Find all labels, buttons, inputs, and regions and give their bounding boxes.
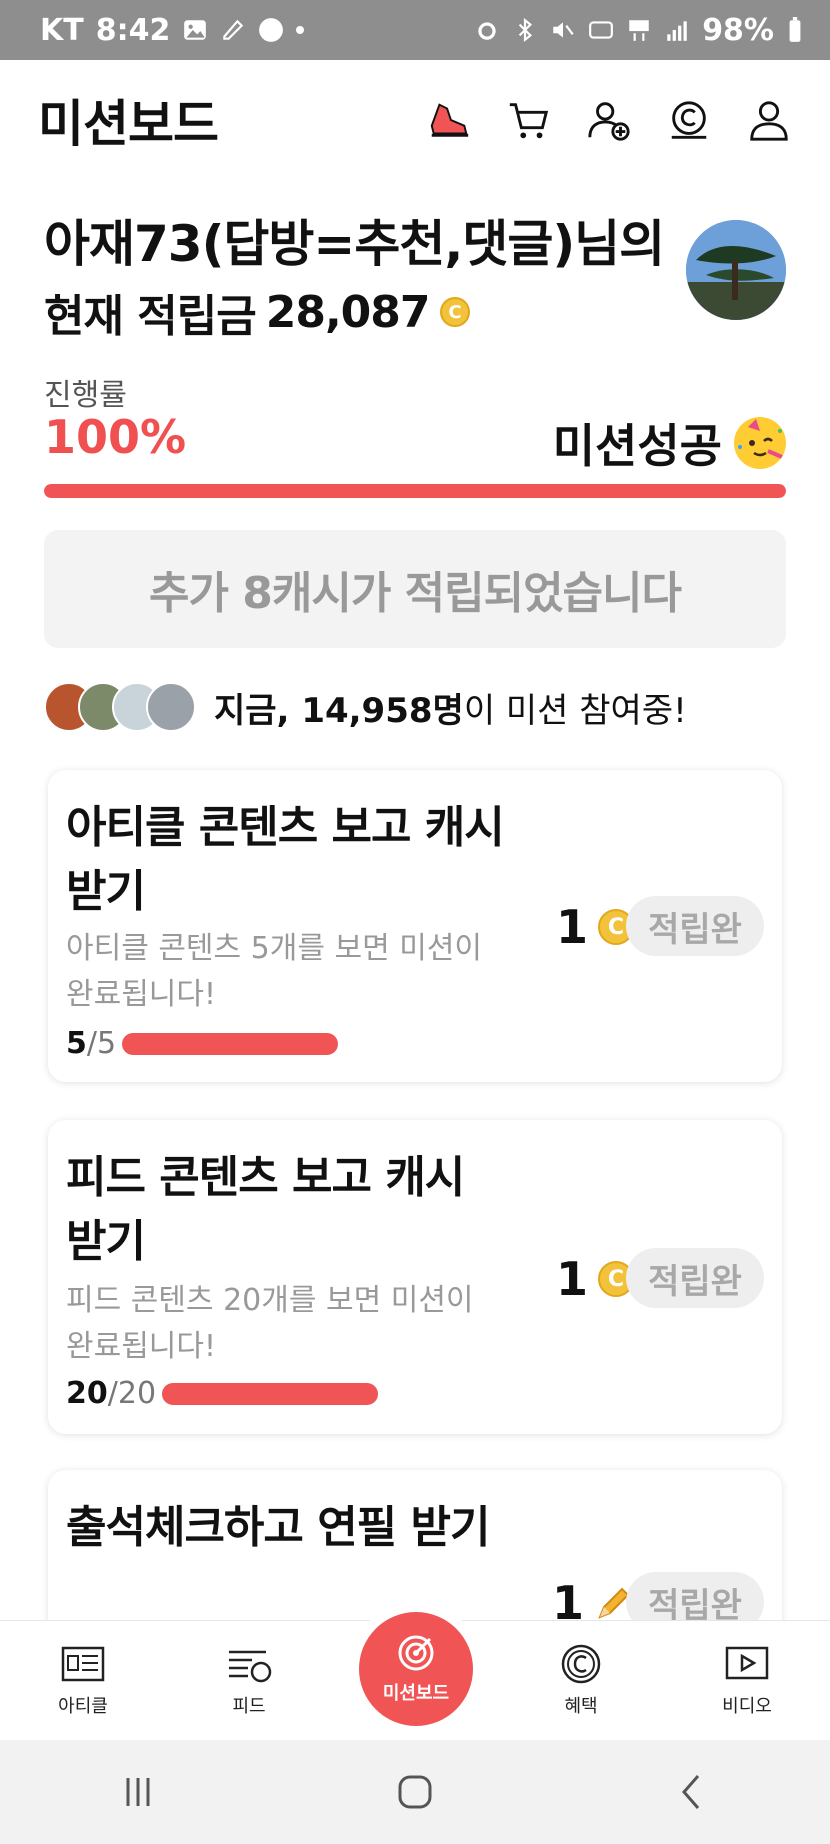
nav-label: 피드 (232, 1695, 266, 1717)
network-5g-icon (629, 20, 649, 41)
alarm-icon (478, 22, 496, 40)
system-nav-bar (0, 1740, 830, 1844)
participants-prefix: 지금, (214, 690, 290, 731)
party-face-icon (734, 417, 786, 469)
mission-count-done: 5 (66, 1026, 87, 1061)
benefit-icon (561, 1644, 601, 1683)
mission-reward: 1 C (556, 1252, 634, 1306)
cash-icon[interactable] (666, 97, 712, 143)
balance-row: 현재 적립금 28,087 C (44, 280, 470, 344)
home-icon[interactable] (385, 1762, 445, 1822)
greeting-name: 아재73(답방=추천,댓글)님의 (44, 215, 665, 273)
mission-progress-bar (122, 1032, 339, 1055)
mission-progress-fill (44, 484, 786, 498)
avatar-image (686, 220, 786, 320)
feed-icon (229, 1650, 272, 1682)
mission-title: 피드 콘텐츠 보고 캐시 받기 (66, 1152, 465, 1267)
nav-missionboard[interactable]: 미션보드 (359, 1612, 473, 1726)
page-title: 미션보드 (38, 95, 219, 153)
mission-description: 피드 콘텐츠 20개를 보면 미션이 완료됩니다! (66, 1283, 474, 1364)
mission-card-feed[interactable]: 피드 콘텐츠 보고 캐시 받기 피드 콘텐츠 20개를 보면 미션이 완료됩니다… (48, 1120, 782, 1434)
claimed-button[interactable]: 적립완 (626, 1248, 764, 1308)
profile-icon[interactable] (746, 97, 792, 143)
signal-icon (667, 21, 687, 41)
coin-icon: C (439, 297, 470, 327)
recent-apps-icon[interactable] (108, 1762, 168, 1822)
battery-icon (789, 17, 801, 42)
nav-benefit[interactable]: 혜택 (498, 1621, 664, 1740)
balance-label: 현재 적립금 (44, 291, 257, 342)
participants-text: 지금, 14,958명이 미션 참여중! (214, 683, 687, 732)
article-icon (61, 1646, 105, 1681)
participant-avatar (146, 682, 196, 732)
mission-count-done: 20 (66, 1376, 108, 1411)
extra-cash-banner: 추가 8캐시가 적립되었습니다 (44, 530, 786, 648)
mission-status: 미션성공 (553, 410, 786, 476)
mission-title: 아티클 콘텐츠 보고 캐시 받기 (66, 802, 505, 917)
mission-count-total: /5 (86, 1026, 117, 1061)
nav-label: 비디오 (722, 1695, 772, 1717)
carrier-label: KT (40, 12, 84, 48)
nav-feed[interactable]: 피드 (166, 1621, 332, 1740)
add-friend-icon[interactable] (586, 97, 632, 143)
mission-description: 아티클 콘텐츠 5개를 보면 미션이 완료됩니다! (66, 931, 483, 1012)
mission-status-text: 미션성공 (552, 419, 722, 473)
reward-amount: 1 (555, 1252, 588, 1306)
cart-icon[interactable] (506, 97, 552, 143)
battery-percent: 98% (702, 12, 774, 48)
balance-value: 28,087 (265, 286, 431, 338)
clock: 8:42 (95, 12, 171, 48)
mission-progress-bar (44, 484, 786, 498)
participant-avatars (44, 682, 196, 732)
nav-label: 미션보드 (382, 1683, 450, 1704)
nav-article[interactable]: 아티클 (0, 1621, 166, 1740)
status-bar: KT 8:42 98% (0, 0, 830, 60)
mission-count-total: /20 (107, 1376, 157, 1411)
video-icon (725, 1646, 769, 1679)
nav-label: 혜택 (564, 1695, 598, 1717)
mission-title: 출석체크하고 연필 받기 (66, 1502, 490, 1553)
nav-label: 아티클 (58, 1695, 108, 1717)
reward-amount: 1 (555, 900, 588, 954)
back-icon[interactable] (662, 1762, 722, 1822)
participants-count: 14,958명 (301, 690, 464, 731)
target-icon (398, 1635, 434, 1671)
hd-icon (589, 21, 614, 39)
mission-card-article[interactable]: 아티클 콘텐츠 보고 캐시 받기 아티클 콘텐츠 5개를 보면 미션이 완료됩니… (48, 770, 782, 1082)
gallery-icon (184, 20, 207, 40)
participants-suffix: 이 미션 참여중! (463, 690, 687, 731)
claimed-button[interactable]: 적립완 (626, 896, 764, 956)
mission-reward: 1 C (556, 900, 634, 954)
notification-dot (296, 26, 305, 34)
progress-label: 진행률 (44, 378, 127, 413)
lock-app-icon (259, 18, 284, 42)
nav-video[interactable]: 비디오 (664, 1621, 830, 1740)
bluetooth-icon (519, 17, 533, 43)
note-icon (223, 19, 244, 40)
participants-row: 지금, 14,958명이 미션 참여중! (44, 682, 687, 732)
mission-count: 20 /20 (66, 1376, 379, 1411)
mission-progress-bar (162, 1382, 379, 1405)
shoe-icon[interactable] (426, 97, 472, 143)
avatar[interactable] (686, 220, 786, 320)
mute-icon (553, 22, 574, 38)
app-header: 미션보드 (0, 60, 830, 180)
mission-count: 5 /5 (66, 1026, 339, 1061)
progress-percent: 100% (44, 410, 187, 464)
